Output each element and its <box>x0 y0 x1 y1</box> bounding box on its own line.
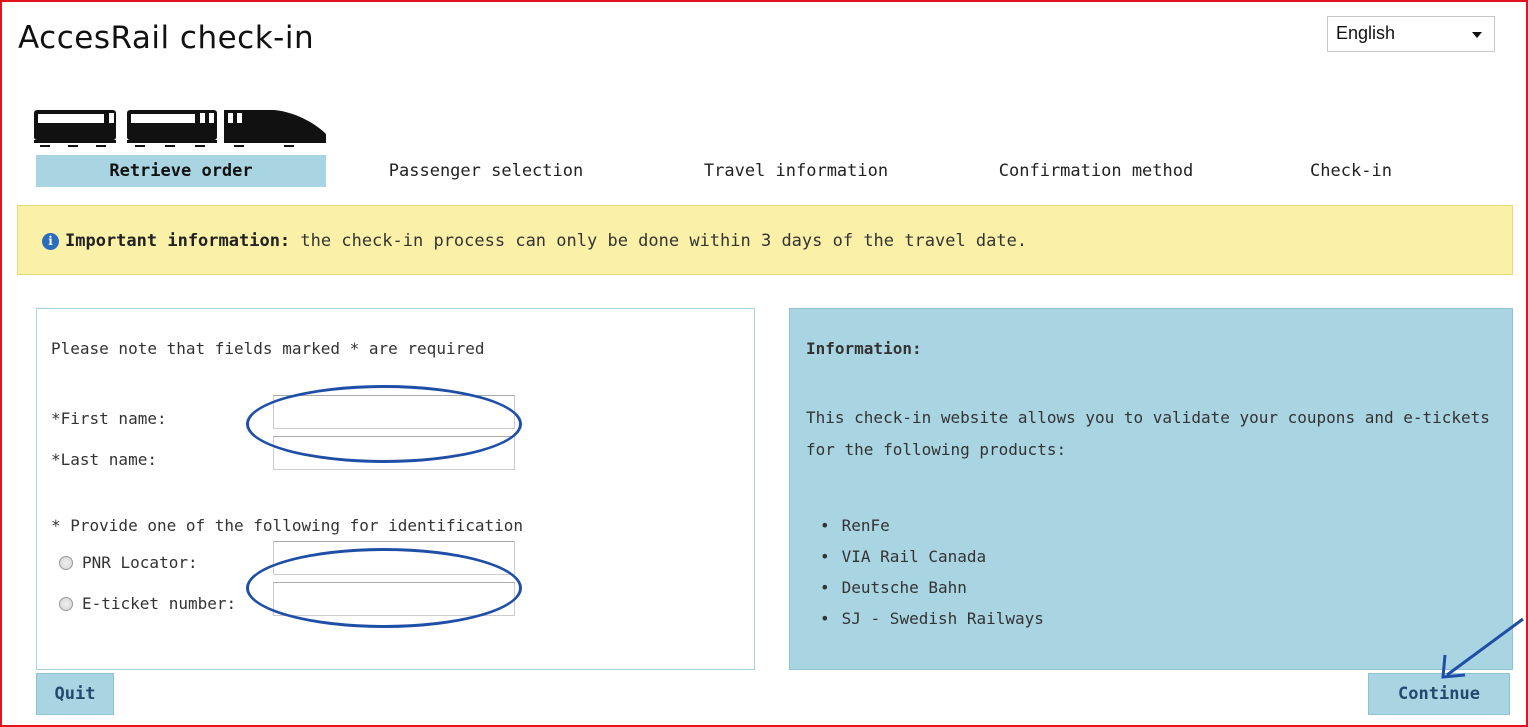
last-name-input[interactable] <box>273 436 515 470</box>
train-progress-icon <box>34 110 326 147</box>
first-name-input[interactable] <box>273 395 515 429</box>
pnr-locator-label: PNR Locator: <box>82 553 198 572</box>
step-retrieve-order: Retrieve order <box>36 155 326 187</box>
product-list: RenFe VIA Rail Canada Deutsche Bahn SJ -… <box>806 510 1512 634</box>
pnr-locator-input[interactable] <box>273 541 515 575</box>
pnr-locator-radio[interactable] <box>59 556 73 570</box>
list-item: RenFe <box>820 510 1512 541</box>
list-item: VIA Rail Canada <box>820 541 1512 572</box>
eticket-number-radio[interactable] <box>59 597 73 611</box>
identification-note: * Provide one of the following for ident… <box>51 516 524 535</box>
checkin-steps: Retrieve order Passenger selection Trave… <box>36 155 1476 187</box>
language-selected-value: English <box>1336 23 1396 43</box>
required-fields-note: Please note that fields marked * are req… <box>51 339 485 358</box>
notice-heading: Important information: <box>65 231 291 251</box>
step-passenger-selection: Passenger selection <box>388 161 584 181</box>
eticket-number-input[interactable] <box>273 582 515 616</box>
first-name-label: *First name: <box>51 409 167 428</box>
notice-text: the check-in process can only be done wi… <box>290 231 1028 251</box>
list-item: SJ - Swedish Railways <box>820 603 1512 634</box>
quit-button[interactable]: Quit <box>36 673 114 715</box>
page-title: AccesRail check-in <box>18 20 315 56</box>
info-icon: i <box>42 233 59 250</box>
information-panel: Information: This check-in website allow… <box>789 308 1513 670</box>
important-notice: i Important information: the check-in pro… <box>17 205 1513 275</box>
information-text: This check-in website allows you to vali… <box>806 408 1490 459</box>
annotation-arrow-icon <box>1441 617 1524 679</box>
list-item: Deutsche Bahn <box>820 572 1512 603</box>
information-title: Information: <box>806 339 922 358</box>
step-travel-information: Travel information <box>703 161 889 181</box>
step-confirmation-method: Confirmation method <box>998 161 1194 181</box>
last-name-label: *Last name: <box>51 450 157 469</box>
language-select[interactable]: English <box>1327 16 1495 52</box>
eticket-number-label: E-ticket number: <box>82 594 237 613</box>
chevron-down-icon[interactable] <box>1472 32 1482 38</box>
retrieve-order-form: Please note that fields marked * are req… <box>36 308 755 670</box>
step-check-in: Check-in <box>1310 161 1392 181</box>
